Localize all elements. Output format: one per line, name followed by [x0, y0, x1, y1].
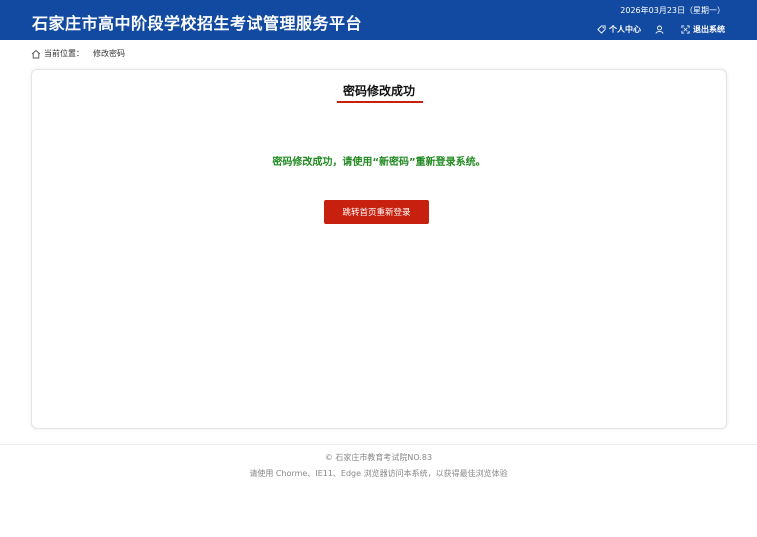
- logout-label: 退出系统: [693, 25, 725, 34]
- content-card: 密码修改成功 密码修改成功，请使用“新密码”重新登录系统。 跳转首页重新登录: [31, 69, 727, 429]
- exit-icon: [681, 25, 690, 34]
- personal-center-label: 个人中心: [609, 25, 641, 34]
- header-actions: 个人中心 退出系统: [597, 24, 725, 35]
- footer-divider: [0, 444, 757, 445]
- personal-center-link[interactable]: 个人中心: [597, 24, 641, 35]
- user-icon: [655, 25, 664, 34]
- app-title: 石家庄市高中阶段学校招生考试管理服务平台: [32, 14, 363, 33]
- tag-icon: [597, 25, 606, 34]
- logout-link[interactable]: 退出系统: [681, 24, 725, 35]
- footer-copyright: © 石家庄市教育考试院NO.83: [324, 453, 433, 462]
- breadcrumb: 当前位置： 修改密码: [31, 48, 125, 59]
- user-icon-button[interactable]: [655, 25, 667, 34]
- current-date: 2026年03月23日（星期一）: [620, 6, 725, 15]
- relogin-button[interactable]: 跳转首页重新登录: [324, 200, 429, 224]
- card-title: 密码修改成功: [342, 84, 415, 98]
- breadcrumb-current: 修改密码: [93, 49, 125, 58]
- success-message: 密码修改成功，请使用“新密码”重新登录系统。: [272, 157, 486, 168]
- title-underline: [337, 101, 423, 103]
- footer-browser-note: 请使用 Chorme、IE11、Edge 浏览器访问本系统，以获得最佳浏览体验: [249, 469, 508, 478]
- breadcrumb-label: 当前位置：: [44, 49, 84, 58]
- top-header: 石家庄市高中阶段学校招生考试管理服务平台 2026年03月23日（星期一） 个人…: [0, 0, 757, 40]
- home-icon: [31, 49, 41, 58]
